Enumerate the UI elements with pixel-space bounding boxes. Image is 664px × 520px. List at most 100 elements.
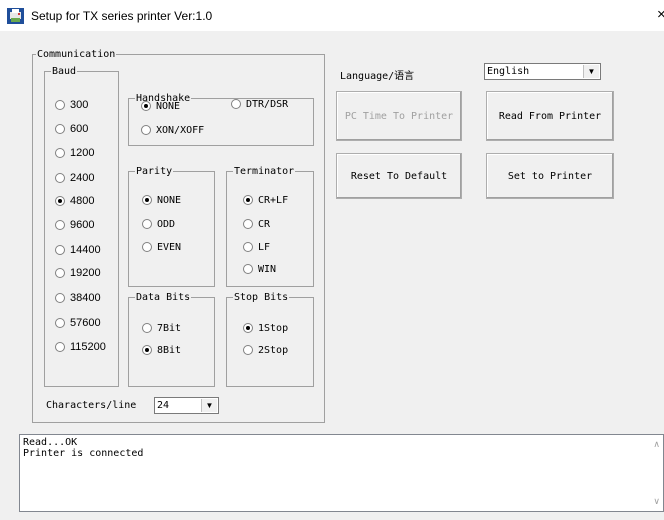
radio-label: 2400 bbox=[70, 172, 95, 184]
radio-indicator[interactable] bbox=[142, 345, 152, 355]
radio-label: EVEN bbox=[157, 241, 182, 253]
baud-option-14400[interactable]: 14400 bbox=[55, 243, 101, 257]
radio-indicator[interactable] bbox=[55, 293, 65, 303]
radio-label: 8Bit bbox=[157, 344, 182, 356]
handshake-option-dtr-dsr[interactable]: DTR/DSR bbox=[231, 97, 288, 111]
baud-option-1200[interactable]: 1200 bbox=[55, 146, 94, 160]
radio-indicator[interactable] bbox=[142, 323, 152, 333]
radio-label: 7Bit bbox=[157, 322, 182, 334]
communication-label: Communication bbox=[36, 49, 117, 60]
radio-indicator[interactable] bbox=[55, 342, 65, 352]
terminator-option-win[interactable]: WIN bbox=[243, 262, 276, 276]
radio-label: 38400 bbox=[70, 292, 101, 304]
printer-app-icon bbox=[7, 8, 24, 24]
radio-label: NONE bbox=[157, 194, 182, 206]
log-line: Printer is connected bbox=[23, 448, 144, 459]
radio-label: DTR/DSR bbox=[246, 98, 289, 110]
window-title: Setup for TX series printer Ver:1.0 bbox=[31, 9, 213, 23]
terminator-label: Terminator bbox=[233, 166, 296, 177]
status-log[interactable]: Read...OK Printer is connected ∧ ∨ bbox=[19, 434, 664, 512]
bottom-left-margin bbox=[0, 434, 19, 520]
baud-label: Baud bbox=[51, 66, 78, 77]
radio-label: 600 bbox=[70, 123, 89, 135]
language-value: English bbox=[487, 66, 530, 77]
radio-indicator[interactable] bbox=[55, 148, 65, 158]
radio-indicator[interactable] bbox=[243, 345, 253, 355]
baud-option-2400[interactable]: 2400 bbox=[55, 171, 94, 185]
radio-label: CR+LF bbox=[258, 194, 289, 206]
radio-indicator[interactable] bbox=[55, 318, 65, 328]
radio-label: 14400 bbox=[70, 244, 101, 256]
radio-indicator[interactable] bbox=[142, 219, 152, 229]
terminator-option-cr[interactable]: CR bbox=[243, 217, 270, 231]
radio-indicator[interactable] bbox=[55, 220, 65, 230]
read-from-printer-button[interactable]: Read From Printer bbox=[486, 91, 614, 141]
baud-option-300[interactable]: 300 bbox=[55, 98, 88, 112]
pc-time-to-printer-button[interactable]: PC Time To Printer bbox=[336, 91, 462, 141]
reset-to-default-button[interactable]: Reset To Default bbox=[336, 153, 462, 199]
parity-label: Parity bbox=[135, 166, 174, 177]
language-label: Language/语言 bbox=[340, 71, 415, 82]
radio-indicator[interactable] bbox=[243, 195, 253, 205]
stop-bits-option-2stop[interactable]: 2Stop bbox=[243, 343, 288, 357]
data-bits-option-7bit[interactable]: 7Bit bbox=[142, 321, 181, 335]
radio-label: 300 bbox=[70, 99, 89, 111]
radio-indicator[interactable] bbox=[141, 101, 151, 111]
radio-label: CR bbox=[258, 218, 271, 230]
baud-option-115200[interactable]: 115200 bbox=[55, 340, 106, 354]
radio-label: NONE bbox=[156, 100, 181, 112]
radio-indicator[interactable] bbox=[55, 245, 65, 255]
characters-per-line-select[interactable]: 24 ▼ bbox=[154, 397, 219, 414]
baud-option-9600[interactable]: 9600 bbox=[55, 218, 94, 232]
baud-option-38400[interactable]: 38400 bbox=[55, 291, 101, 305]
radio-label: XON/XOFF bbox=[156, 124, 205, 136]
radio-indicator[interactable] bbox=[231, 99, 241, 109]
terminator-option-lf[interactable]: LF bbox=[243, 240, 270, 254]
language-select[interactable]: English ▼ bbox=[484, 63, 601, 80]
log-line: Read...OK bbox=[23, 437, 78, 448]
characters-per-line-label: Characters/line bbox=[46, 400, 137, 411]
baud-option-57600[interactable]: 57600 bbox=[55, 316, 101, 330]
radio-indicator[interactable] bbox=[55, 196, 65, 206]
bottom-margin bbox=[19, 512, 664, 520]
radio-indicator[interactable] bbox=[141, 125, 151, 135]
radio-indicator[interactable] bbox=[55, 268, 65, 278]
radio-label: WIN bbox=[258, 263, 277, 275]
radio-indicator[interactable] bbox=[55, 124, 65, 134]
close-icon[interactable]: × bbox=[657, 7, 664, 22]
radio-label: LF bbox=[258, 241, 271, 253]
data-bits-option-8bit[interactable]: 8Bit bbox=[142, 343, 181, 357]
stop-bits-group: Stop Bits bbox=[226, 292, 314, 387]
radio-indicator[interactable] bbox=[55, 100, 65, 110]
parity-option-none[interactable]: NONE bbox=[142, 193, 181, 207]
radio-indicator[interactable] bbox=[243, 219, 253, 229]
chevron-down-icon[interactable]: ▼ bbox=[583, 65, 599, 78]
stop-bits-label: Stop Bits bbox=[233, 292, 290, 303]
radio-indicator[interactable] bbox=[142, 195, 152, 205]
parity-option-odd[interactable]: ODD bbox=[142, 217, 175, 231]
radio-label: 9600 bbox=[70, 219, 95, 231]
stop-bits-option-1stop[interactable]: 1Stop bbox=[243, 321, 288, 335]
radio-indicator[interactable] bbox=[243, 264, 253, 274]
handshake-option-none[interactable]: NONE bbox=[141, 99, 180, 113]
radio-indicator[interactable] bbox=[243, 323, 253, 333]
scroll-down-icon[interactable]: ∨ bbox=[653, 496, 660, 507]
baud-option-600[interactable]: 600 bbox=[55, 122, 88, 136]
terminator-option-cr-lf[interactable]: CR+LF bbox=[243, 193, 288, 207]
radio-label: ODD bbox=[157, 218, 176, 230]
radio-indicator[interactable] bbox=[243, 242, 253, 252]
scroll-up-icon[interactable]: ∧ bbox=[653, 439, 660, 450]
baud-option-4800[interactable]: 4800 bbox=[55, 194, 94, 208]
chevron-down-icon[interactable]: ▼ bbox=[201, 399, 217, 412]
radio-label: 57600 bbox=[70, 317, 101, 329]
set-to-printer-button[interactable]: Set to Printer bbox=[486, 153, 614, 199]
radio-indicator[interactable] bbox=[55, 173, 65, 183]
radio-label: 1200 bbox=[70, 147, 95, 159]
handshake-option-xon-xoff[interactable]: XON/XOFF bbox=[141, 123, 204, 137]
title-bar[interactable]: Setup for TX series printer Ver:1.0 × bbox=[0, 0, 664, 31]
radio-indicator[interactable] bbox=[142, 242, 152, 252]
radio-label: 2Stop bbox=[258, 344, 289, 356]
radio-label: 4800 bbox=[70, 195, 95, 207]
parity-option-even[interactable]: EVEN bbox=[142, 240, 181, 254]
baud-option-19200[interactable]: 19200 bbox=[55, 266, 101, 280]
